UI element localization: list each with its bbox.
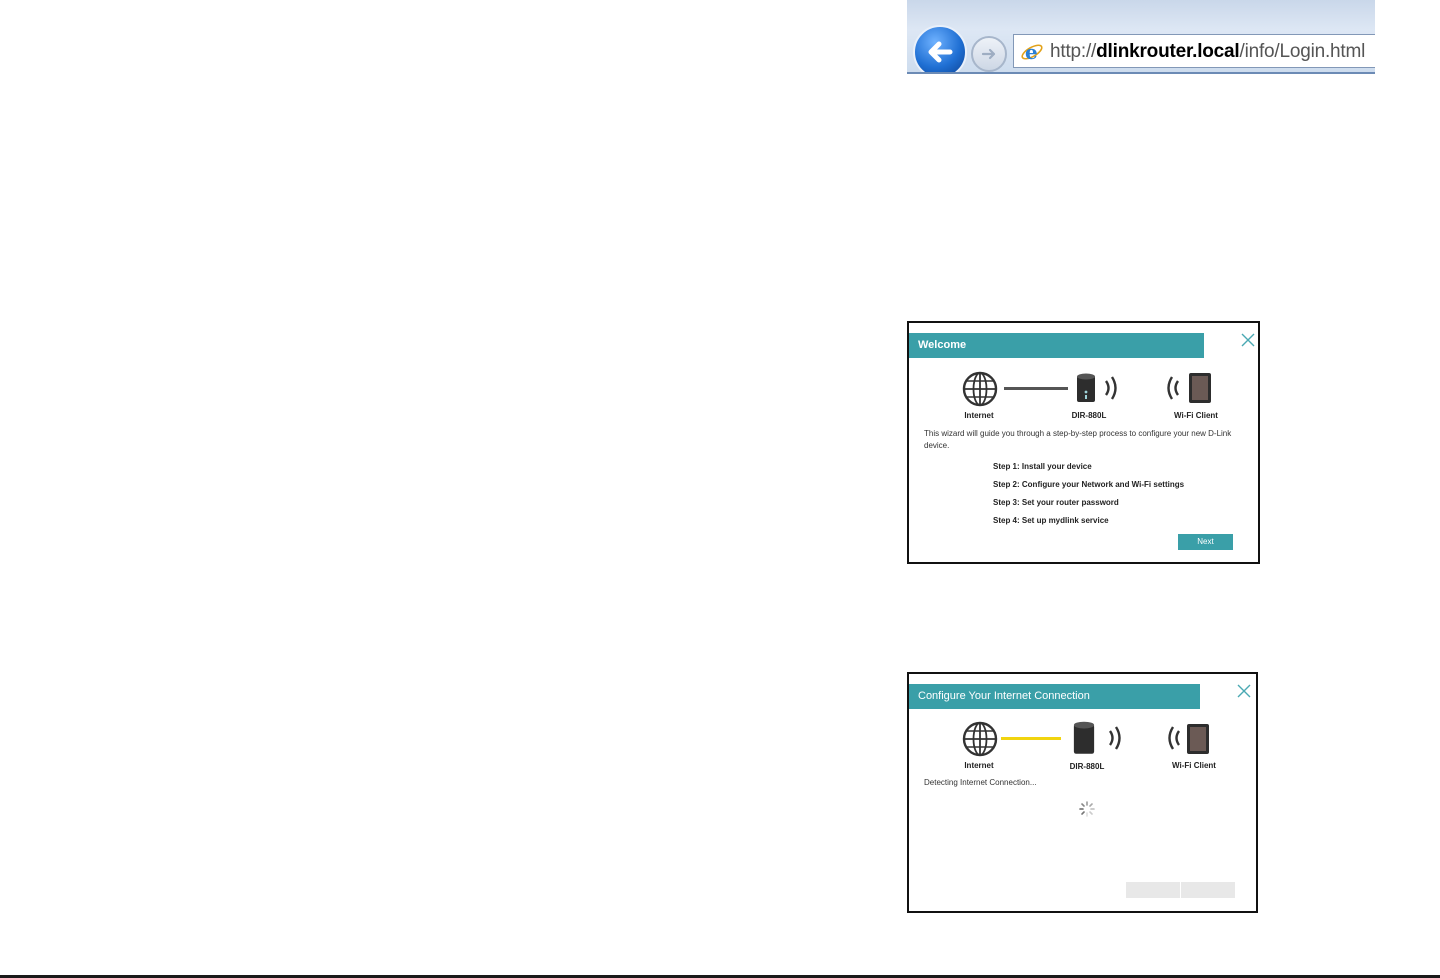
next-button[interactable]: Next: [1178, 534, 1233, 550]
signal-left-icon: [1168, 726, 1181, 750]
loading-spinner-icon: [1079, 801, 1095, 817]
step-4: Step 4: Set up mydlink service: [993, 516, 1109, 525]
status-text: Detecting Internet Connection...: [924, 778, 1037, 787]
label-client: Wi-Fi Client: [1174, 411, 1218, 420]
toolbar-divider: [907, 72, 1375, 74]
signal-right-icon: [1104, 376, 1117, 400]
close-icon[interactable]: [1236, 683, 1252, 699]
url-field[interactable]: e http://dlinkrouter.local/info/Login.ht…: [1013, 34, 1375, 68]
browser-address-bar: e http://dlinkrouter.local/info/Login.ht…: [907, 0, 1375, 74]
connection-dialog: Configure Your Internet Connection Inter…: [907, 672, 1258, 913]
signal-right-icon: [1108, 726, 1121, 750]
step-1: Step 1: Install your device: [993, 462, 1092, 471]
url-text: http://dlinkrouter.local/info/Login.html: [1050, 41, 1366, 62]
signal-left-icon: [1167, 376, 1180, 400]
next-button-disabled[interactable]: [1181, 882, 1235, 898]
label-router: DIR-880L: [1069, 762, 1105, 771]
back-button[interactable]: [913, 25, 967, 74]
step-3: Step 3: Set your router password: [993, 498, 1119, 507]
connection-line: [1004, 387, 1068, 390]
detecting-line: [1001, 737, 1061, 740]
tablet-icon: [1189, 373, 1211, 403]
step-2: Step 2: Configure your Network and Wi-Fi…: [993, 480, 1185, 489]
arrow-left-icon: [928, 41, 953, 63]
dialog-title: Configure Your Internet Connection: [909, 684, 1210, 709]
label-internet: Internet: [964, 411, 994, 420]
close-icon[interactable]: [1240, 332, 1256, 348]
router-icon: [1073, 721, 1095, 754]
globe-icon: [962, 371, 998, 407]
back-button-disabled[interactable]: [1126, 882, 1180, 898]
label-internet: Internet: [964, 761, 994, 770]
router-icon: [1077, 373, 1095, 402]
intro-text: This wizard will guide you through a ste…: [924, 429, 1232, 450]
label-router: DIR-880L: [1071, 411, 1107, 420]
dialog-title: Welcome: [909, 333, 1214, 358]
welcome-dialog: Welcome Internet DIR-880L Wi-Fi Client T…: [907, 321, 1260, 564]
svg-text:e: e: [1025, 40, 1038, 64]
globe-icon: [962, 721, 998, 757]
arrow-right-icon: [981, 48, 996, 60]
label-client: Wi-Fi Client: [1172, 761, 1216, 770]
tablet-icon: [1187, 724, 1209, 754]
forward-button[interactable]: [971, 36, 1007, 72]
internet-explorer-icon: e: [1021, 40, 1043, 64]
